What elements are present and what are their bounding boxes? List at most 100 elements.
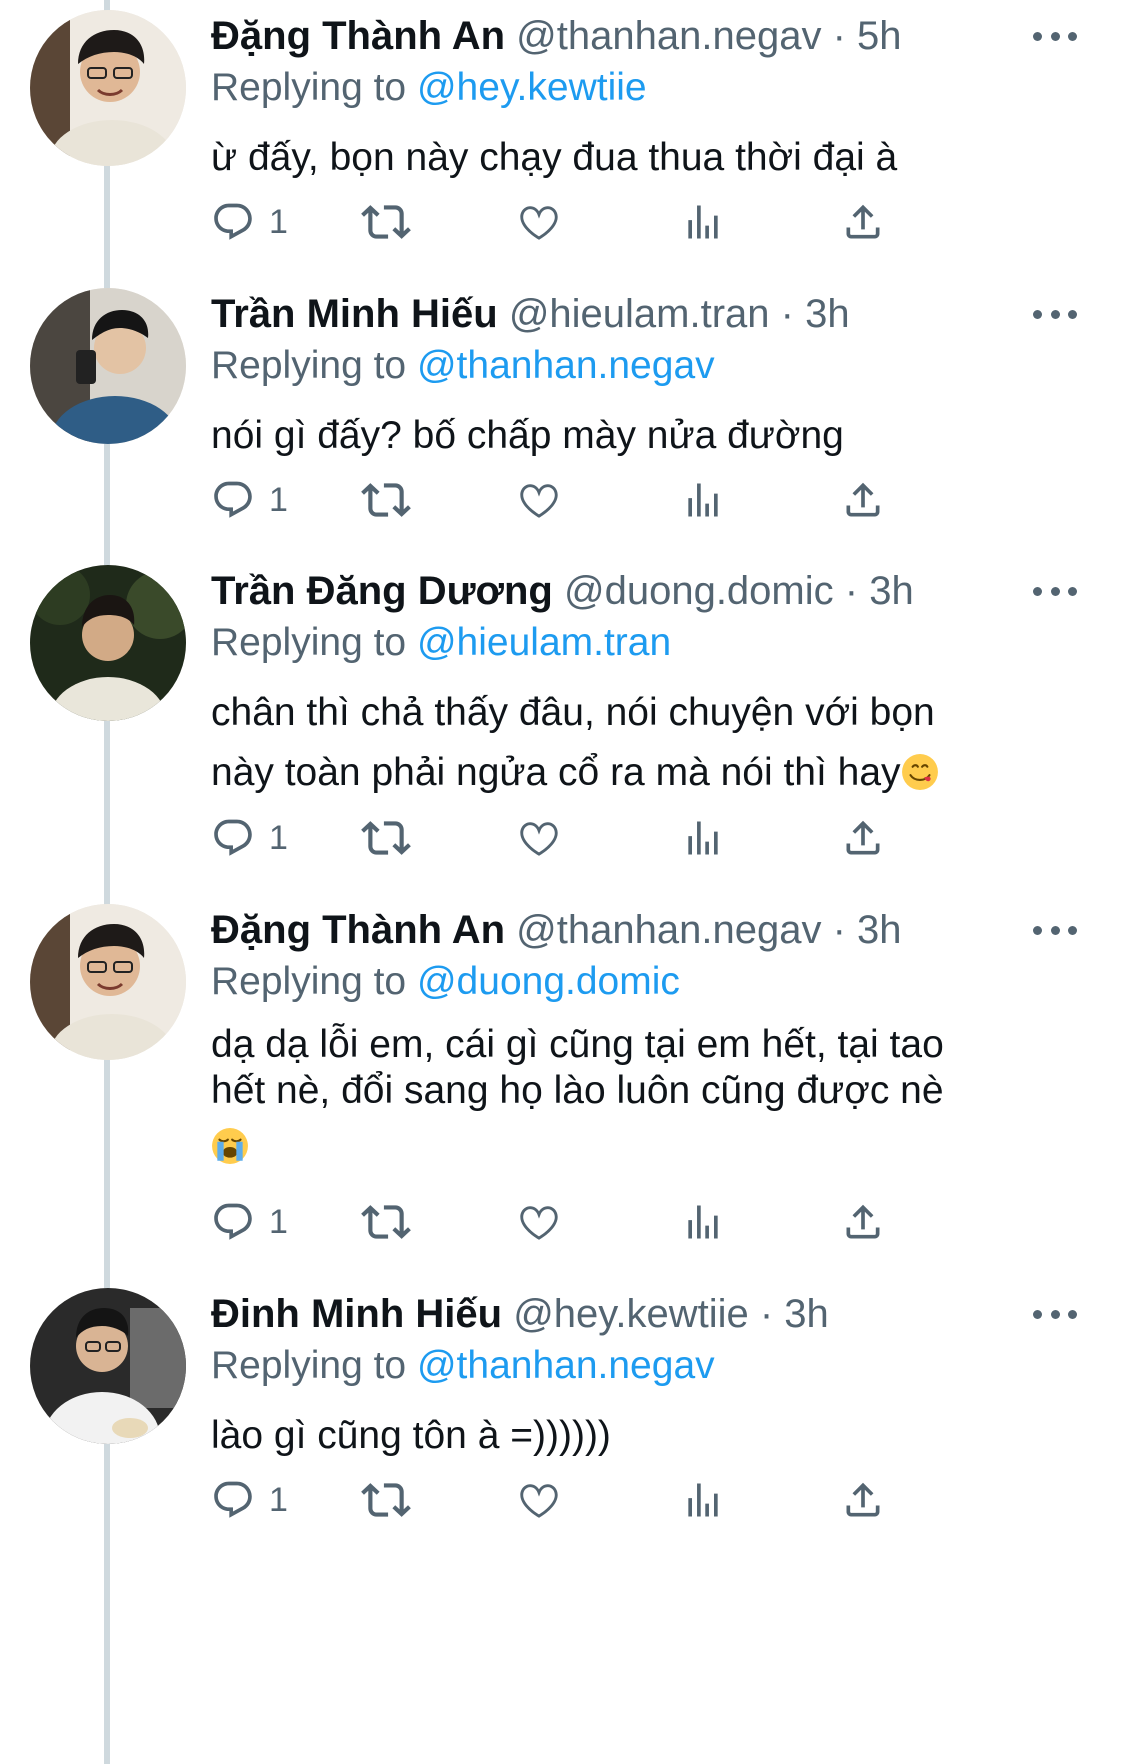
tweet-content: Trần Minh Hiếu @hieulam.tran · 3h Replyi… — [211, 288, 1085, 466]
more-options-icon[interactable] — [1033, 918, 1077, 942]
tweet-text: dạ dạ lỗi em, cái gì cũng tại em hết, tạ… — [211, 1022, 1085, 1176]
avatar[interactable] — [30, 288, 186, 444]
separator-dot: · — [780, 292, 794, 336]
tweet-text-line: dạ dạ lỗi em, cái gì cũng tại em hết, tạ… — [211, 1023, 944, 1066]
reply-icon — [211, 816, 255, 860]
tweet-text-line: ừ đấy, bọn này chạy đua thua thời đại à — [211, 136, 898, 179]
reply-icon — [211, 200, 255, 244]
tweet-text: chân thì chả thấy đâu, nói chuyện với bọ… — [211, 683, 1085, 809]
retweet-button[interactable] — [361, 470, 411, 530]
views-button[interactable] — [681, 1470, 725, 1530]
retweet-button[interactable] — [361, 1192, 411, 1252]
like-button[interactable] — [516, 192, 562, 252]
like-icon — [516, 1477, 562, 1523]
more-options-icon[interactable] — [1033, 302, 1077, 326]
like-icon — [516, 1199, 562, 1245]
separator-dot: · — [832, 908, 846, 952]
retweet-button[interactable] — [361, 1470, 411, 1530]
more-options-icon[interactable] — [1033, 579, 1077, 603]
like-icon — [516, 477, 562, 523]
tweet-text: lào gì cũng tôn à =)))))) — [211, 1406, 1085, 1466]
avatar-photo — [30, 1288, 186, 1444]
replying-to: Replying to @duong.domic — [211, 956, 1085, 1008]
retweet-button[interactable] — [361, 192, 411, 252]
mention-link[interactable]: @hey.kewtiie — [417, 66, 647, 109]
thread-connector-line — [104, 0, 110, 1764]
reply-button[interactable]: 1 — [211, 808, 288, 868]
share-button[interactable] — [841, 1470, 885, 1530]
tweet-header: Trần Đăng Dương @duong.domic · 3h — [211, 565, 1085, 617]
timestamp[interactable]: 3h — [857, 908, 902, 952]
replying-to: Replying to @thanhan.negav — [211, 1340, 1085, 1392]
mention-link[interactable]: @hieulam.tran — [417, 621, 671, 664]
display-name[interactable]: Trần Minh Hiếu — [211, 292, 498, 336]
user-handle[interactable]: @thanhan.negav — [516, 908, 821, 952]
views-button[interactable] — [681, 1192, 725, 1252]
share-icon — [841, 200, 885, 244]
views-icon — [681, 816, 725, 860]
like-button[interactable] — [516, 1470, 562, 1530]
replying-to: Replying to @hieulam.tran — [211, 617, 1085, 669]
share-button[interactable] — [841, 808, 885, 868]
mention-link[interactable]: @thanhan.negav — [417, 1344, 715, 1387]
separator-dot: · — [832, 14, 846, 58]
retweet-icon — [361, 475, 411, 525]
user-handle[interactable]: @hieulam.tran — [509, 292, 770, 336]
retweet-icon — [361, 813, 411, 863]
mention-link[interactable]: @thanhan.negav — [417, 344, 715, 387]
tweet-text-line: nói gì đấy? bố chấp mày nửa đường — [211, 414, 844, 457]
avatar-photo — [30, 904, 186, 1060]
tweet-actions: 1 — [211, 192, 1001, 252]
emoji-line — [211, 1124, 1085, 1176]
reply-button[interactable]: 1 — [211, 1470, 288, 1530]
display-name[interactable]: Đặng Thành An — [211, 14, 505, 58]
views-button[interactable] — [681, 808, 725, 868]
like-button[interactable] — [516, 470, 562, 530]
avatar[interactable] — [30, 10, 186, 166]
avatar[interactable] — [30, 904, 186, 1060]
views-icon — [681, 1478, 725, 1522]
mention-link[interactable]: @duong.domic — [417, 960, 680, 1003]
views-icon — [681, 200, 725, 244]
display-name[interactable]: Đặng Thành An — [211, 908, 505, 952]
replying-to-label: Replying to — [211, 1344, 407, 1387]
views-button[interactable] — [681, 470, 725, 530]
display-name[interactable]: Trần Đăng Dương — [211, 569, 553, 613]
more-options-icon[interactable] — [1033, 1302, 1077, 1326]
avatar-photo — [30, 10, 186, 166]
reply-count: 1 — [269, 818, 288, 857]
reply-count: 1 — [269, 202, 288, 241]
more-options-icon[interactable] — [1033, 24, 1077, 48]
tweet-actions: 1 — [211, 1192, 1001, 1252]
avatar-photo — [30, 565, 186, 721]
replying-to-label: Replying to — [211, 66, 407, 109]
share-button[interactable] — [841, 1192, 885, 1252]
reply-button[interactable]: 1 — [211, 470, 288, 530]
avatar[interactable] — [30, 1288, 186, 1444]
replying-to: Replying to @hey.kewtiie — [211, 62, 1085, 114]
timestamp[interactable]: 5h — [857, 14, 902, 58]
reply-icon — [211, 478, 255, 522]
like-button[interactable] — [516, 1192, 562, 1252]
reply-button[interactable]: 1 — [211, 1192, 288, 1252]
loudly-crying-face-emoji — [211, 1127, 249, 1176]
retweet-button[interactable] — [361, 808, 411, 868]
timestamp[interactable]: 3h — [805, 292, 850, 336]
avatar[interactable] — [30, 565, 186, 721]
user-handle[interactable]: @duong.domic — [564, 569, 834, 613]
user-handle[interactable]: @thanhan.negav — [516, 14, 821, 58]
share-button[interactable] — [841, 470, 885, 530]
share-icon — [841, 1200, 885, 1244]
like-button[interactable] — [516, 808, 562, 868]
replying-to-label: Replying to — [211, 621, 407, 664]
yum-face-emoji — [901, 749, 939, 809]
reply-button[interactable]: 1 — [211, 192, 288, 252]
retweet-icon — [361, 197, 411, 247]
display-name[interactable]: Đinh Minh Hiếu — [211, 1292, 502, 1336]
user-handle[interactable]: @hey.kewtiie — [513, 1292, 749, 1336]
views-button[interactable] — [681, 192, 725, 252]
timestamp[interactable]: 3h — [784, 1292, 829, 1336]
share-button[interactable] — [841, 192, 885, 252]
timestamp[interactable]: 3h — [869, 569, 914, 613]
tweet-content: Trần Đăng Dương @duong.domic · 3h Replyi… — [211, 565, 1085, 809]
